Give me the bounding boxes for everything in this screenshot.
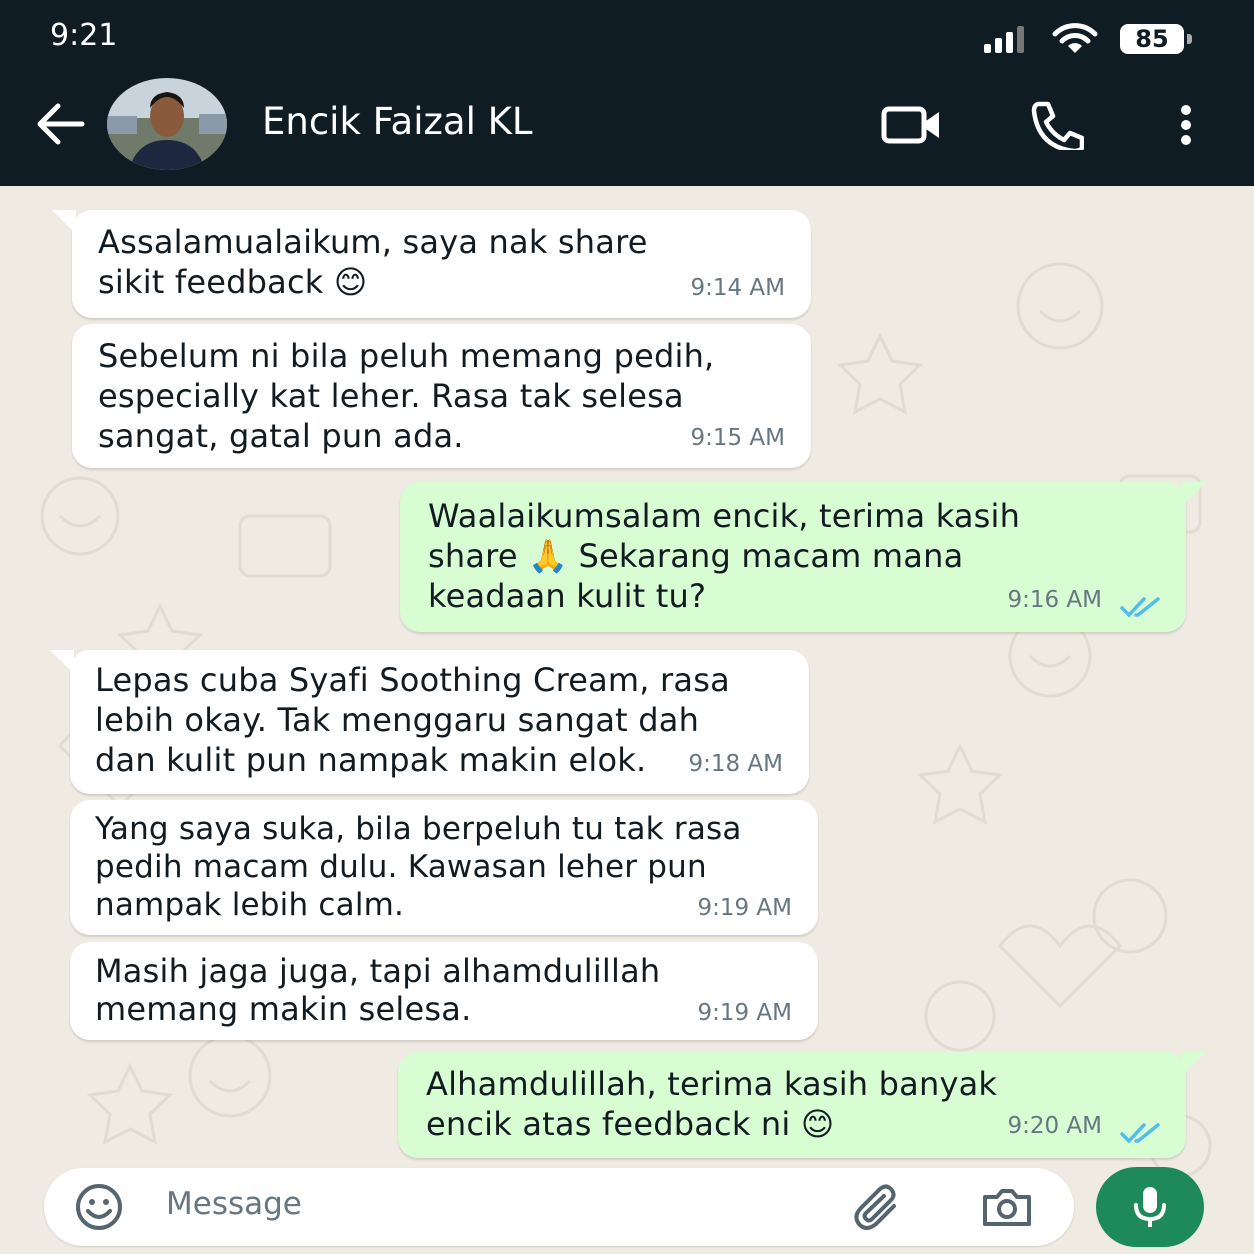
status-time: 9:21 xyxy=(50,18,118,53)
message-bubble-incoming[interactable]: Masih jaga juga, tapi alhamdulillah mema… xyxy=(70,942,818,1040)
message-text: Sebelum ni bila peluh memang pedih, espe… xyxy=(98,337,715,455)
voice-call-button[interactable] xyxy=(1028,100,1084,150)
voice-message-button[interactable] xyxy=(1096,1167,1204,1247)
message-composer: Message xyxy=(44,1168,1074,1246)
camera-button[interactable] xyxy=(979,1184,1035,1230)
message-bubble-outgoing[interactable]: Waalaikumsalam encik, terima kasih share… xyxy=(400,482,1206,632)
message-text: Lepas cuba Syafi Soothing Cream, rasa le… xyxy=(95,661,730,779)
battery-level: 85 xyxy=(1135,25,1169,53)
message-text: Assalamualaikum, saya nak share sikit fe… xyxy=(98,223,648,301)
message-time: 9:15 AM xyxy=(690,425,785,451)
mic-icon xyxy=(1134,1187,1166,1227)
status-icons: 85 xyxy=(982,20,1192,58)
video-call-icon xyxy=(881,106,939,144)
bubble-tail xyxy=(1182,482,1206,506)
message-input[interactable]: Message xyxy=(166,1186,302,1222)
message-text: Yang saya suka, bila berpeluh tu tak ras… xyxy=(95,811,742,923)
camera-icon xyxy=(983,1189,1031,1226)
message-time: 9:16 AM xyxy=(1007,587,1102,613)
message-time: 9:19 AM xyxy=(697,895,792,921)
message-time: 9:19 AM xyxy=(697,1000,792,1026)
more-options-icon xyxy=(1181,105,1191,145)
more-options-button[interactable] xyxy=(1168,100,1204,150)
message-text: Waalaikumsalam encik, terima kasih share… xyxy=(428,497,1021,615)
back-arrow-icon xyxy=(37,103,85,145)
bubble-tail xyxy=(52,210,76,234)
bubble-tail xyxy=(50,650,74,674)
phone-icon xyxy=(1031,101,1084,150)
attach-icon xyxy=(854,1184,896,1230)
contact-name[interactable]: Encik Faizal KL xyxy=(262,100,533,143)
battery-icon: 85 xyxy=(1120,24,1192,54)
wifi-icon xyxy=(1052,23,1098,53)
chat-header: 9:21 85 Encik Faizal KL xyxy=(0,0,1254,186)
signal-icon xyxy=(984,26,1024,53)
message-text: Masih jaga juga, tapi alhamdulillah mema… xyxy=(95,952,661,1028)
message-time: 9:18 AM xyxy=(688,751,783,777)
message-bubble-incoming[interactable]: Lepas cuba Syafi Soothing Cream, rasa le… xyxy=(50,650,809,794)
bubble-tail xyxy=(1182,1052,1206,1076)
message-text: Alhamdulillah, terima kasih banyak encik… xyxy=(426,1065,998,1143)
double-tick-icon xyxy=(1120,1123,1160,1144)
message-time: 9:20 AM xyxy=(1007,1113,1102,1139)
attach-button[interactable] xyxy=(854,1184,904,1230)
message-bubble-outgoing[interactable]: Alhamdulillah, terima kasih banyak encik… xyxy=(398,1052,1206,1158)
emoji-icon xyxy=(76,1184,122,1230)
avatar-photo xyxy=(107,78,227,170)
message-bubble-incoming[interactable]: Assalamualaikum, saya nak share sikit fe… xyxy=(52,210,811,318)
contact-avatar[interactable] xyxy=(107,78,227,170)
message-time: 9:14 AM xyxy=(690,275,785,301)
message-bubble-incoming[interactable]: Yang saya suka, bila berpeluh tu tak ras… xyxy=(70,800,818,935)
emoji-button[interactable] xyxy=(74,1184,124,1230)
double-tick-icon xyxy=(1120,597,1160,618)
message-bubble-incoming[interactable]: Sebelum ni bila peluh memang pedih, espe… xyxy=(72,324,811,468)
video-call-button[interactable] xyxy=(880,100,944,150)
back-button[interactable] xyxy=(34,100,86,148)
